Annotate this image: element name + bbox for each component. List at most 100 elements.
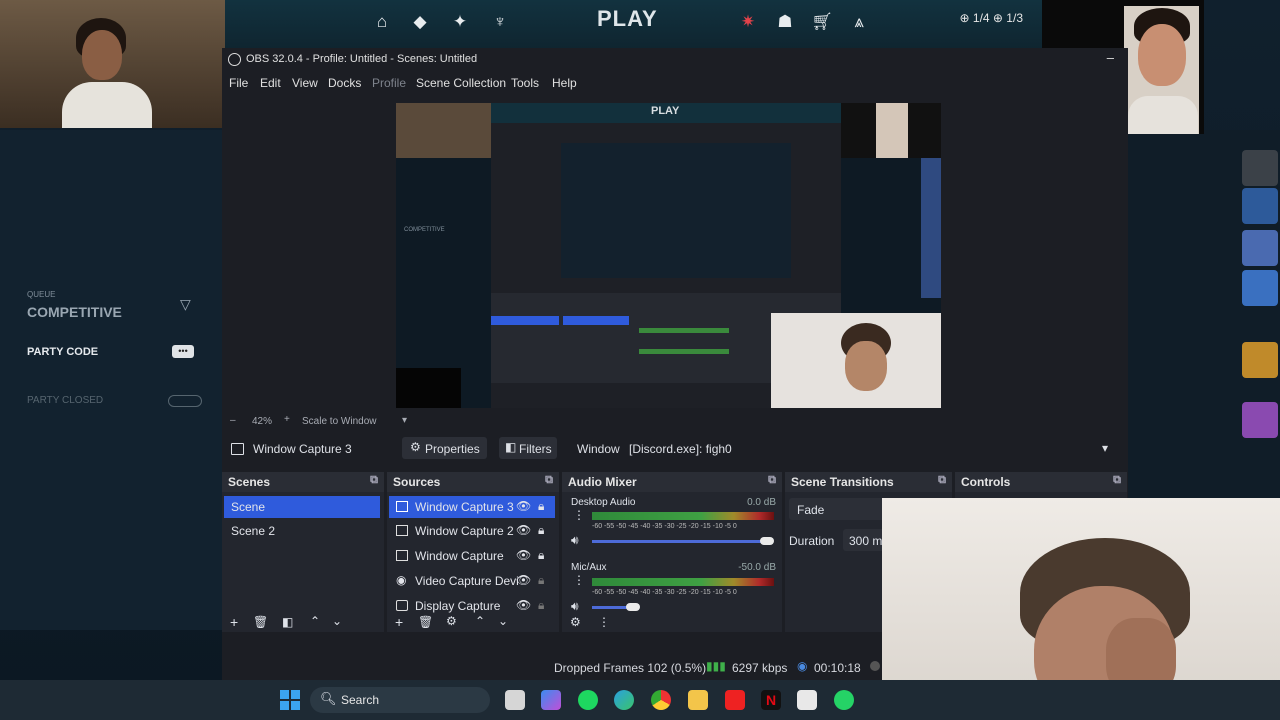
scale-mode[interactable]: Scale to Window bbox=[302, 416, 376, 427]
source-item[interactable]: ◉ Video Capture Devi 👁︎ 🔒︎ bbox=[389, 570, 555, 592]
source-item[interactable]: Window Capture 3 👁︎ 🔒︎ bbox=[389, 496, 555, 518]
store-icon[interactable]: ☗ bbox=[771, 8, 799, 36]
party-member-avatar[interactable] bbox=[1242, 342, 1278, 378]
party-member-avatar[interactable] bbox=[1242, 150, 1278, 186]
spotify-icon[interactable] bbox=[578, 690, 598, 710]
youtube-icon[interactable] bbox=[725, 690, 745, 710]
speaker-icon[interactable]: 🔊︎ bbox=[571, 533, 579, 548]
lock-icon[interactable]: 🔒︎ bbox=[538, 598, 544, 613]
undock-icon[interactable]: ⧉ bbox=[938, 474, 946, 487]
cart-icon[interactable]: 🛒︎ bbox=[808, 8, 836, 36]
visibility-eye-icon[interactable]: 👁︎ bbox=[516, 598, 531, 612]
party-member-avatar[interactable] bbox=[1242, 188, 1278, 224]
visibility-eye-icon[interactable]: 👁︎ bbox=[516, 548, 531, 562]
mixer-menu-icon[interactable]: ⋮ bbox=[598, 615, 610, 629]
channel-name: Desktop Audio bbox=[571, 497, 636, 508]
menu-docks[interactable]: Docks bbox=[328, 76, 361, 90]
party-code-icon[interactable]: ••• bbox=[172, 345, 194, 358]
add-source-icon[interactable]: + bbox=[395, 614, 403, 630]
party-member-avatar[interactable] bbox=[1242, 402, 1278, 438]
agents-icon[interactable]: ✦ bbox=[446, 8, 474, 36]
queue-select-icon[interactable]: ▽ bbox=[180, 296, 191, 313]
windows-start-icon[interactable] bbox=[280, 690, 300, 710]
add-scene-icon[interactable]: + bbox=[230, 614, 238, 630]
collection-icon[interactable]: ♆ bbox=[486, 8, 514, 36]
scene-item[interactable]: Scene bbox=[224, 496, 380, 518]
chrome-icon[interactable] bbox=[651, 690, 671, 710]
home-icon[interactable]: ⌂ bbox=[368, 8, 396, 36]
task-view-icon[interactable] bbox=[505, 690, 525, 710]
minimize-icon[interactable]: – bbox=[1107, 50, 1114, 65]
source-properties-icon[interactable]: ⚙ bbox=[446, 614, 457, 628]
undock-icon[interactable]: ⧉ bbox=[1113, 474, 1121, 487]
rank-icon[interactable]: ⩓ bbox=[845, 8, 873, 36]
source-item-label: Display Capture bbox=[415, 599, 501, 613]
channel-menu-icon[interactable]: ⋮ bbox=[573, 573, 585, 587]
properties-button[interactable]: ⚙ Properties bbox=[402, 437, 487, 459]
menu-scene-collection[interactable]: Scene Collection bbox=[416, 76, 506, 90]
move-down-icon[interactable]: ⌄ bbox=[498, 614, 508, 628]
lock-icon[interactable]: 🔒︎ bbox=[538, 499, 544, 514]
volume-slider[interactable] bbox=[592, 540, 770, 543]
search-icon: 🔍︎ bbox=[320, 691, 337, 706]
party-member-avatar[interactable] bbox=[1242, 270, 1278, 306]
career-icon[interactable]: ◆ bbox=[406, 8, 434, 36]
battlepass-icon[interactable]: ✷ bbox=[734, 8, 762, 36]
channel-menu-icon[interactable]: ⋮ bbox=[573, 508, 585, 522]
source-item[interactable]: Window Capture 2 👁︎ 🔒︎ bbox=[389, 520, 555, 542]
party-code-label[interactable]: PARTY CODE bbox=[27, 346, 98, 358]
visibility-eye-icon[interactable]: 👁︎ bbox=[516, 499, 531, 513]
lock-icon[interactable]: 🔒︎ bbox=[538, 573, 544, 588]
menu-file[interactable]: File bbox=[229, 76, 248, 90]
menu-profile[interactable]: Profile bbox=[372, 76, 406, 90]
move-up-icon[interactable]: ⌃ bbox=[475, 614, 485, 628]
party-toggle[interactable] bbox=[168, 395, 202, 407]
menu-view[interactable]: View bbox=[292, 76, 318, 90]
undock-icon[interactable]: ⧉ bbox=[545, 474, 553, 487]
taskbar-search[interactable]: 🔍︎ Search bbox=[310, 687, 490, 713]
mixer-settings-icon[interactable]: ⚙ bbox=[570, 615, 581, 629]
whatsapp-icon[interactable] bbox=[834, 690, 854, 710]
menu-help[interactable]: Help bbox=[552, 76, 577, 90]
copilot-icon[interactable] bbox=[541, 690, 561, 710]
live-stream-icon: ◉ bbox=[797, 659, 808, 673]
lock-icon[interactable]: 🔒︎ bbox=[538, 523, 544, 538]
party-member-avatar[interactable] bbox=[1242, 230, 1278, 266]
visibility-eye-icon[interactable]: 👁︎ bbox=[516, 523, 531, 537]
remove-source-icon[interactable]: 🗑︎ bbox=[418, 615, 433, 629]
zoom-out-icon[interactable]: – bbox=[230, 415, 236, 426]
source-item[interactable]: Display Capture 👁︎ 🔒︎ bbox=[389, 595, 555, 617]
scene-item-label: Scene bbox=[231, 500, 266, 514]
netflix-icon[interactable]: N bbox=[761, 690, 781, 710]
menu-tools[interactable]: Tools bbox=[511, 76, 539, 90]
window-select-dropdown-icon[interactable]: ▾ bbox=[1102, 441, 1108, 455]
volume-slider-knob[interactable] bbox=[626, 603, 640, 611]
move-up-icon[interactable]: ⌃ bbox=[310, 614, 320, 628]
volume-meter bbox=[592, 512, 774, 520]
undock-icon[interactable]: ⧉ bbox=[370, 474, 378, 487]
queue-value[interactable]: COMPETITIVE bbox=[27, 304, 122, 320]
filters-button[interactable]: ◧ Filters bbox=[499, 437, 557, 459]
play-tab[interactable]: PLAY bbox=[597, 6, 658, 32]
display-source-icon bbox=[396, 600, 408, 611]
dropped-frames: Dropped Frames 102 (0.5%) bbox=[554, 661, 707, 675]
scale-dropdown-icon[interactable]: ▾ bbox=[402, 415, 407, 426]
source-item[interactable]: Window Capture 👁︎ 🔒︎ bbox=[389, 545, 555, 567]
menu-edit[interactable]: Edit bbox=[260, 76, 281, 90]
volume-slider-knob[interactable] bbox=[760, 537, 774, 545]
speaker-icon[interactable]: 🔊︎ bbox=[571, 599, 579, 614]
scene-filters-icon[interactable]: ◧ bbox=[282, 615, 293, 629]
store-app-icon[interactable] bbox=[797, 690, 817, 710]
visibility-eye-icon[interactable]: 👁︎ bbox=[516, 573, 531, 587]
edge-icon[interactable] bbox=[614, 690, 634, 710]
undock-icon[interactable]: ⧉ bbox=[768, 474, 776, 487]
zoom-in-icon[interactable]: + bbox=[284, 414, 290, 425]
move-down-icon[interactable]: ⌄ bbox=[332, 614, 342, 628]
obs-preview-canvas[interactable]: PLAY COMPETITIVE bbox=[396, 103, 941, 408]
window-select-value[interactable]: [Discord.exe]: figh0 bbox=[629, 442, 732, 456]
file-explorer-icon[interactable] bbox=[688, 690, 708, 710]
scene-item[interactable]: Scene 2 bbox=[224, 520, 380, 542]
lock-icon[interactable]: 🔒︎ bbox=[538, 548, 544, 563]
record-status-icon bbox=[870, 661, 880, 671]
remove-scene-icon[interactable]: 🗑︎ bbox=[253, 615, 268, 629]
